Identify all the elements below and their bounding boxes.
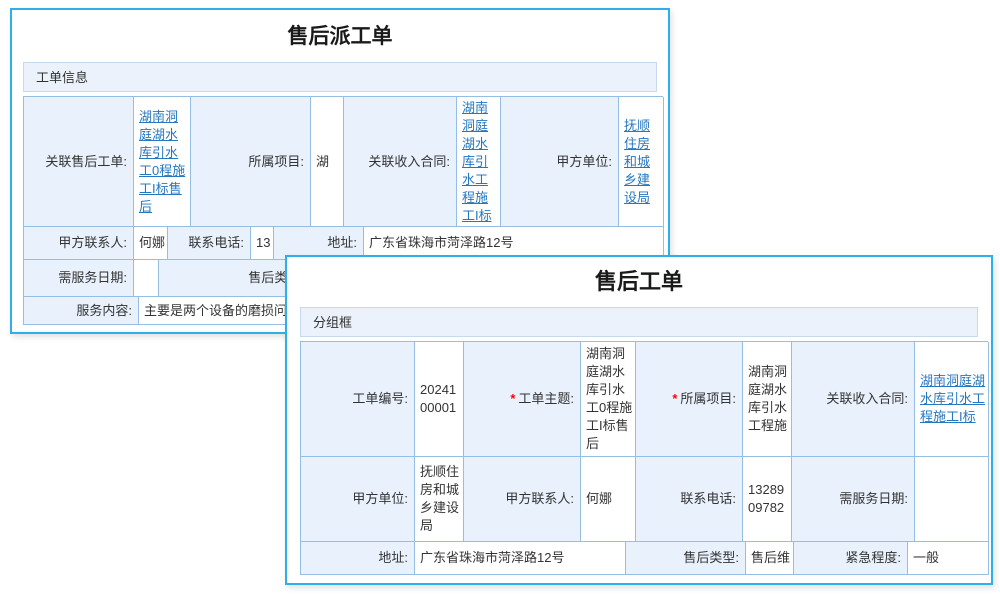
label-phone: 联系电话: bbox=[168, 227, 251, 260]
required-asterisk: * bbox=[510, 390, 515, 408]
order-subject-value: 湖南洞庭湖水库引水工0程施工I标售后 bbox=[581, 342, 636, 457]
service-date-value bbox=[915, 457, 989, 542]
label-service-date: 需服务日期: bbox=[24, 260, 134, 297]
dispatch-order-title: 售后派工单 bbox=[12, 10, 668, 50]
service-order-card: 售后工单 分组框 工单编号: 2024100001 * 工单主题: 湖南洞庭湖水… bbox=[285, 255, 993, 585]
label-service-date: 需服务日期: bbox=[792, 457, 915, 542]
label-related-income-contract: 关联收入合同: bbox=[344, 97, 457, 227]
label-order-subject: * 工单主题: bbox=[464, 342, 581, 457]
service-order-group-header: 分组框 bbox=[300, 307, 978, 337]
phone-value: 13 bbox=[251, 227, 274, 260]
related-aftersales-order-cell: 湖南洞庭湖水库引水工0程施工I标售后 bbox=[134, 97, 191, 227]
label-related-income-contract: 关联收入合同: bbox=[792, 342, 915, 457]
client-unit-link[interactable]: 抚顺住房和城乡建设局 bbox=[624, 117, 662, 207]
label-client-contact: 甲方联系人: bbox=[464, 457, 581, 542]
project-value: 湖 bbox=[311, 97, 344, 227]
project-value: 湖南洞庭湖水库引水工程施 bbox=[743, 342, 792, 457]
label-project: * 所属项目: bbox=[636, 342, 743, 457]
table-row: 关联售后工单: 湖南洞庭湖水库引水工0程施工I标售后 所属项目: 湖 关联收入合… bbox=[23, 96, 663, 227]
order-number-value: 2024100001 bbox=[415, 342, 464, 457]
label-related-aftersales-order: 关联售后工单: bbox=[24, 97, 134, 227]
urgency-value: 一般 bbox=[908, 542, 989, 575]
label-order-number: 工单编号: bbox=[301, 342, 415, 457]
label-address: 地址: bbox=[301, 542, 415, 575]
related-income-contract-link[interactable]: 湖南洞庭湖水库引水工程施工I标 bbox=[920, 372, 987, 426]
table-row: 地址: 广东省珠海市菏泽路12号 售后类型: 售后维 紧急程度: 一般 bbox=[300, 542, 988, 575]
aftersales-type-value: 售后维 bbox=[746, 542, 794, 575]
label-service-content: 服务内容: bbox=[24, 297, 139, 325]
required-asterisk: * bbox=[672, 390, 677, 408]
service-order-table: 工单编号: 2024100001 * 工单主题: 湖南洞庭湖水库引水工0程施工I… bbox=[300, 341, 988, 575]
label-client-unit: 甲方单位: bbox=[501, 97, 619, 227]
table-row: 工单编号: 2024100001 * 工单主题: 湖南洞庭湖水库引水工0程施工I… bbox=[300, 341, 988, 457]
label-client-unit: 甲方单位: bbox=[301, 457, 415, 542]
label-aftersales-type: 售后类型: bbox=[626, 542, 746, 575]
label-phone: 联系电话: bbox=[636, 457, 743, 542]
label-client-contact: 甲方联系人: bbox=[24, 227, 134, 260]
service-date-value bbox=[134, 260, 159, 297]
related-aftersales-order-link[interactable]: 湖南洞庭湖水库引水工0程施工I标售后 bbox=[139, 108, 189, 216]
phone-value: 1328909782 bbox=[743, 457, 792, 542]
related-income-contract-link[interactable]: 湖南洞庭湖水库引水工程施工I标 bbox=[462, 99, 499, 225]
order-subject-label-text: 工单主题: bbox=[518, 390, 574, 408]
service-order-title: 售后工单 bbox=[287, 257, 991, 295]
table-row: 甲方单位: 抚顺住房和城乡建设局 甲方联系人: 何娜 联系电话: 1328909… bbox=[300, 457, 988, 542]
client-contact-value: 何娜 bbox=[581, 457, 636, 542]
project-label-text: 所属项目: bbox=[680, 390, 736, 408]
dispatch-order-group-header: 工单信息 bbox=[23, 62, 657, 92]
client-unit-value: 抚顺住房和城乡建设局 bbox=[415, 457, 464, 542]
label-project: 所属项目: bbox=[191, 97, 311, 227]
label-urgency: 紧急程度: bbox=[794, 542, 908, 575]
client-unit-cell: 抚顺住房和城乡建设局 bbox=[619, 97, 664, 227]
address-value: 广东省珠海市菏泽路12号 bbox=[415, 542, 626, 575]
client-contact-value: 何娜 bbox=[134, 227, 168, 260]
related-income-contract-cell: 湖南洞庭湖水库引水工程施工I标 bbox=[915, 342, 989, 457]
related-income-contract-cell: 湖南洞庭湖水库引水工程施工I标 bbox=[457, 97, 501, 227]
